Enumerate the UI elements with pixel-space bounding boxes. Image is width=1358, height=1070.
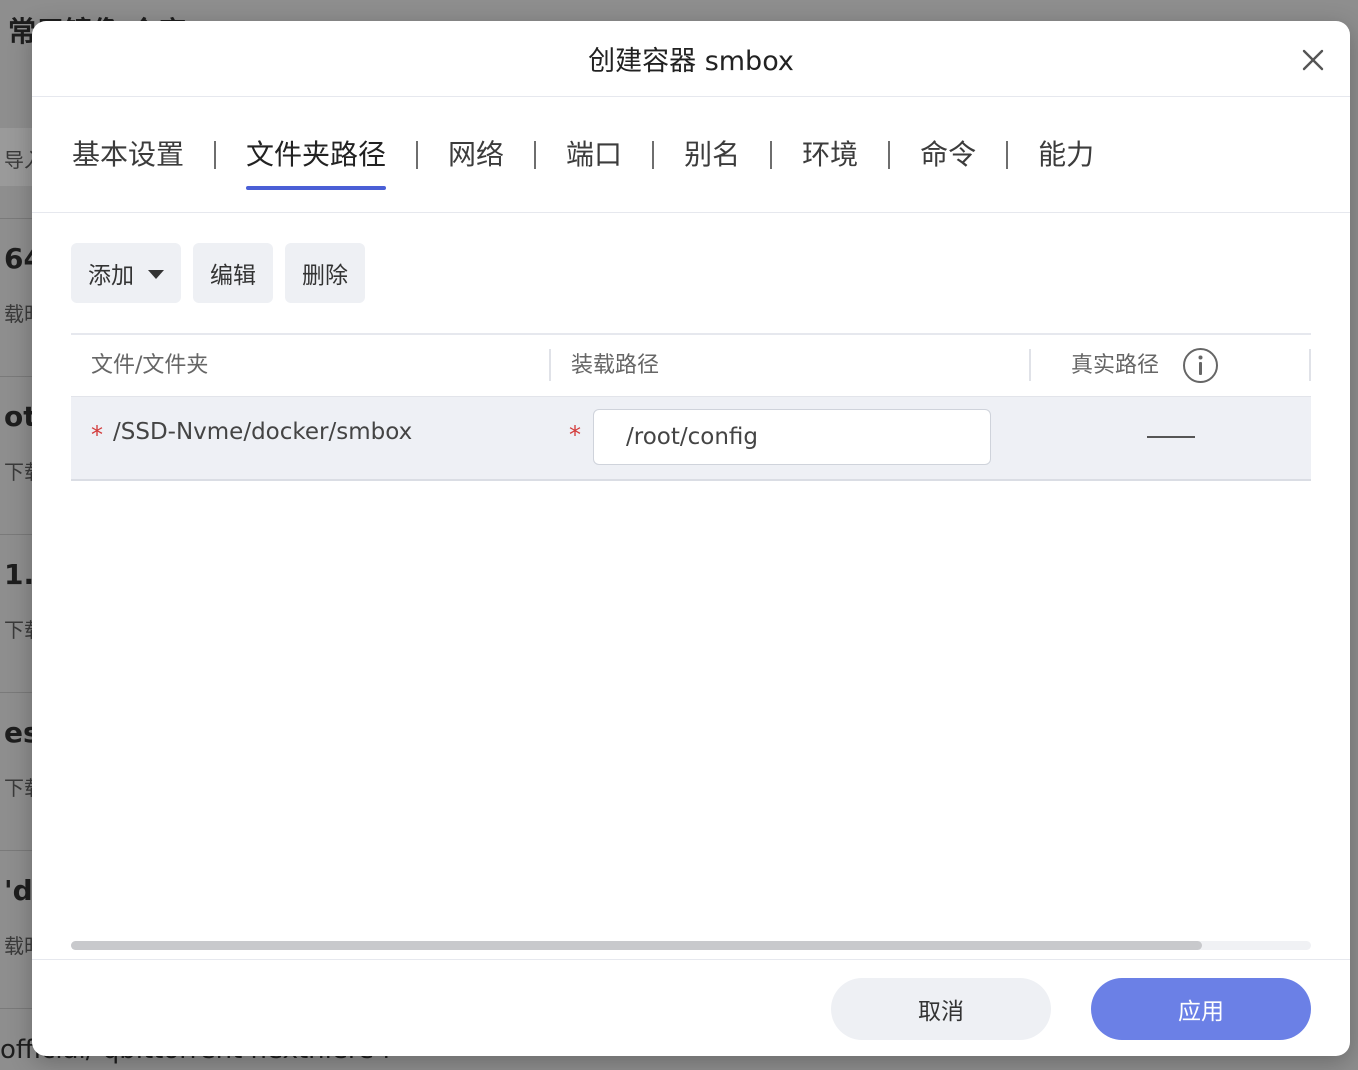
real-path-cell <box>1147 436 1195 438</box>
mount-path-input[interactable] <box>593 409 991 465</box>
delete-button[interactable]: 删除 <box>285 243 365 303</box>
tab-separator <box>1006 140 1009 169</box>
tab-separator <box>416 140 419 169</box>
tab-separator <box>770 140 773 169</box>
create-container-dialog: 创建容器 smbox 基本设置 文件夹路径 网络 端口 别名 环境 命令 能力 … <box>32 21 1350 1056</box>
close-button[interactable] <box>1298 45 1328 75</box>
volume-table: 文件/文件夹 装载路径 真实路径 * /SSD-Nvme/docker/smbo… <box>71 333 1311 481</box>
scrollbar-thumb[interactable] <box>71 941 1202 950</box>
toolbar: 添加 编辑 删除 <box>71 243 365 303</box>
info-icon[interactable] <box>1182 347 1219 384</box>
dialog-header: 创建容器 smbox <box>32 21 1350 97</box>
tab-capabilities[interactable]: 能力 <box>1038 130 1094 180</box>
tab-basic-settings[interactable]: 基本设置 <box>72 130 184 180</box>
file-folder-cell: /SSD-Nvme/docker/smbox <box>113 419 413 445</box>
close-icon <box>1302 49 1324 71</box>
column-header-file-folder[interactable]: 文件/文件夹 <box>91 335 208 396</box>
edit-button[interactable]: 编辑 <box>193 243 273 303</box>
tab-environment[interactable]: 环境 <box>802 130 858 180</box>
tab-command[interactable]: 命令 <box>920 130 976 180</box>
tab-port[interactable]: 端口 <box>566 130 622 180</box>
tab-alias[interactable]: 别名 <box>684 130 740 180</box>
table-row[interactable]: * /SSD-Nvme/docker/smbox * <box>71 396 1311 481</box>
tab-separator <box>888 140 891 169</box>
column-header-real-path[interactable]: 真实路径 <box>1071 335 1159 396</box>
required-marker: * <box>569 421 581 449</box>
tab-separator <box>652 140 655 169</box>
cancel-button[interactable]: 取消 <box>831 978 1051 1040</box>
caret-down-icon <box>148 269 164 279</box>
horizontal-scrollbar[interactable] <box>71 941 1311 950</box>
column-separator <box>549 349 551 381</box>
tab-separator <box>214 140 217 169</box>
apply-button[interactable]: 应用 <box>1091 978 1311 1040</box>
add-button[interactable]: 添加 <box>71 243 181 303</box>
column-separator <box>1309 349 1311 381</box>
tab-network[interactable]: 网络 <box>448 130 504 180</box>
tab-folder-path[interactable]: 文件夹路径 <box>246 130 387 190</box>
tab-bar: 基本设置 文件夹路径 网络 端口 别名 环境 命令 能力 <box>32 97 1350 213</box>
column-separator <box>1029 349 1031 381</box>
table-header: 文件/文件夹 装载路径 真实路径 <box>71 335 1311 396</box>
required-marker: * <box>91 421 103 449</box>
add-button-label: 添加 <box>88 263 134 289</box>
dialog-footer: 取消 应用 <box>32 959 1350 1056</box>
tab-separator <box>534 140 537 169</box>
column-header-mount-path[interactable]: 装载路径 <box>571 335 659 396</box>
dialog-title: 创建容器 smbox <box>588 46 794 77</box>
